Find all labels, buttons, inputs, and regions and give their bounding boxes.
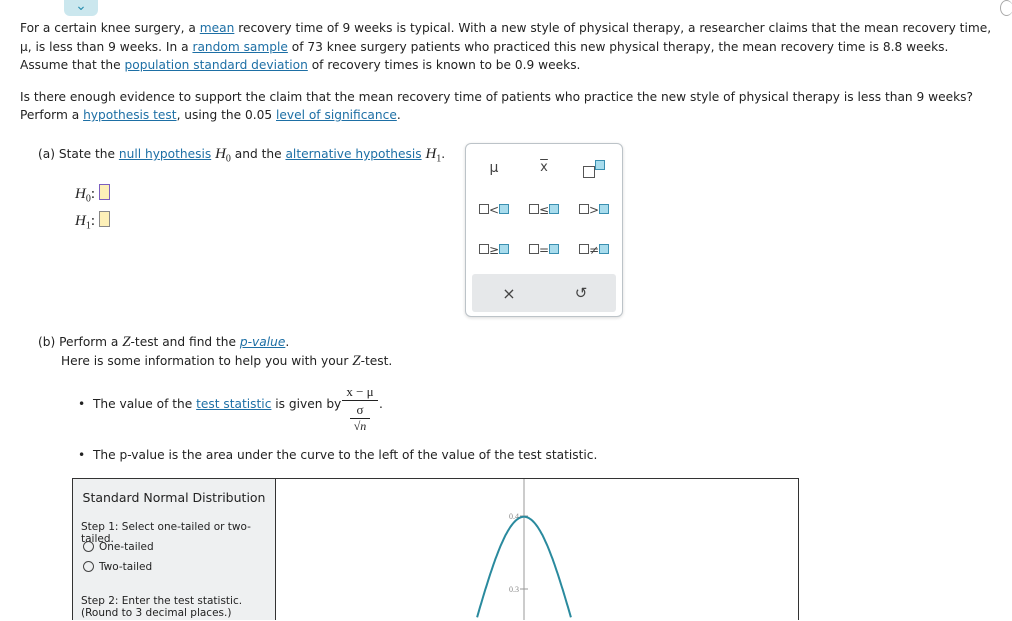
population-sd-link[interactable]: population standard deviation	[125, 58, 308, 72]
undo-button[interactable]: ↺	[556, 284, 606, 302]
standard-normal-tool: Standard Normal Distribution Step 1: Sel…	[72, 478, 799, 620]
formula-sigma: σ	[356, 402, 364, 417]
text: Perform a	[20, 108, 84, 122]
alternative-hypothesis-link[interactable]: alternative hypothesis	[285, 147, 421, 161]
text: Here is some information to help you wit…	[61, 353, 353, 368]
text: (a) State the	[38, 147, 119, 161]
one-tailed-radio[interactable]: One-tailed	[83, 541, 154, 553]
normal-curve-plot: 0.30.4	[476, 479, 572, 620]
mu-button[interactable]: μ	[469, 160, 519, 176]
h1-row: H1:	[75, 211, 110, 231]
text: and the	[230, 147, 286, 161]
level-of-significance-link[interactable]: level of significance	[276, 108, 397, 122]
text: of 73 knee surgery patients who practice…	[287, 39, 949, 54]
formula-sqrt-n: √n	[350, 418, 370, 433]
text: Is there enough evidence to support the …	[20, 89, 973, 104]
z-symbol: Z	[352, 352, 361, 369]
h0-row: H0:	[75, 184, 110, 204]
text: .	[285, 335, 290, 349]
xbar-button[interactable]: x	[519, 160, 569, 175]
h0-label: H	[75, 186, 86, 202]
less-than-button[interactable]: <	[469, 203, 519, 217]
tool-panel: Standard Normal Distribution Step 1: Sel…	[73, 479, 276, 620]
text: recovery time of 9 weeks is typical. Wit…	[234, 21, 992, 35]
formula-numerator: x − μ	[342, 383, 378, 401]
scroll-indicator	[1000, 0, 1012, 16]
text: .	[396, 108, 401, 122]
random-sample-link[interactable]: random sample	[192, 40, 287, 54]
text: n	[360, 419, 367, 433]
text: of recovery times is known to be 0.9 wee…	[307, 58, 581, 72]
equal-button[interactable]: =	[519, 243, 569, 257]
greater-than-button[interactable]: >	[569, 203, 619, 217]
less-equal-button[interactable]: ≤	[519, 203, 569, 217]
text: Step 2: Enter the test statistic.	[81, 595, 243, 607]
palette-action-bar: × ↺	[472, 274, 616, 312]
chevron-down-icon: ⌄	[75, 0, 87, 14]
text: -test and find the	[130, 335, 240, 349]
text: Assume that the	[20, 58, 125, 72]
h0-answer-input[interactable]	[98, 184, 110, 200]
y-tick-label: 0.3	[509, 585, 519, 594]
mean-link[interactable]: mean	[200, 21, 235, 35]
text: x − μ	[346, 384, 374, 399]
not-equal-button[interactable]: ≠	[569, 243, 619, 257]
text: (Round to 3 decimal places.)	[81, 607, 232, 619]
two-tailed-radio[interactable]: Two-tailed	[83, 561, 152, 573]
test-statistic-link[interactable]: test statistic	[196, 397, 271, 411]
h1-answer-input[interactable]	[98, 211, 110, 227]
text: For a certain knee surgery, a	[20, 21, 200, 35]
greater-equal-button[interactable]: ≥	[469, 243, 519, 257]
p-value-link[interactable]: p-value	[240, 335, 285, 349]
collapse-toggle-button[interactable]: ⌄	[64, 0, 98, 16]
text: -test.	[360, 353, 393, 368]
h1-symbol: H	[425, 146, 437, 162]
superscript-button[interactable]	[569, 160, 619, 181]
text: One-tailed	[99, 541, 154, 553]
part-a-heading: (a) State the null hypothesis H0 and the…	[38, 146, 445, 164]
hypothesis-test-link[interactable]: hypothesis test	[83, 108, 177, 122]
text: (b) Perform a	[38, 335, 123, 349]
text: μ, is less than 9 weeks. In a	[20, 39, 193, 54]
text: is given by	[271, 397, 342, 411]
problem-statement: For a certain knee surgery, a mean recov…	[20, 19, 1000, 125]
z-formula: x − μ σ √n	[342, 383, 378, 433]
part-b-heading: (b) Perform a Z-test and find the p-valu…	[38, 333, 392, 370]
text: Two-tailed	[99, 561, 153, 573]
symbol-palette: μ x < ≤ > ≥ = ≠ × ↺	[465, 143, 623, 317]
undo-icon: ↺	[574, 284, 588, 302]
text: .	[441, 147, 446, 161]
z-symbol: Z	[122, 334, 131, 350]
x-icon: ×	[502, 284, 516, 303]
text: The p-value is the area under the curve …	[92, 448, 598, 462]
text: The value of the	[92, 397, 197, 411]
tool-title: Standard Normal Distribution	[82, 490, 266, 505]
h0-symbol: H	[215, 146, 226, 162]
text: , using the 0.05	[176, 108, 276, 122]
null-hypothesis-link[interactable]: null hypothesis	[119, 147, 211, 161]
bullet-p-value: • The p-value is the area under the curv…	[78, 448, 598, 462]
h1-label: H	[75, 213, 86, 229]
step2-label: Step 2: Enter the test statistic. (Round …	[81, 595, 242, 619]
clear-button[interactable]: ×	[484, 284, 534, 303]
bullet-test-statistic: • The value of the test statistic is giv…	[78, 397, 342, 411]
